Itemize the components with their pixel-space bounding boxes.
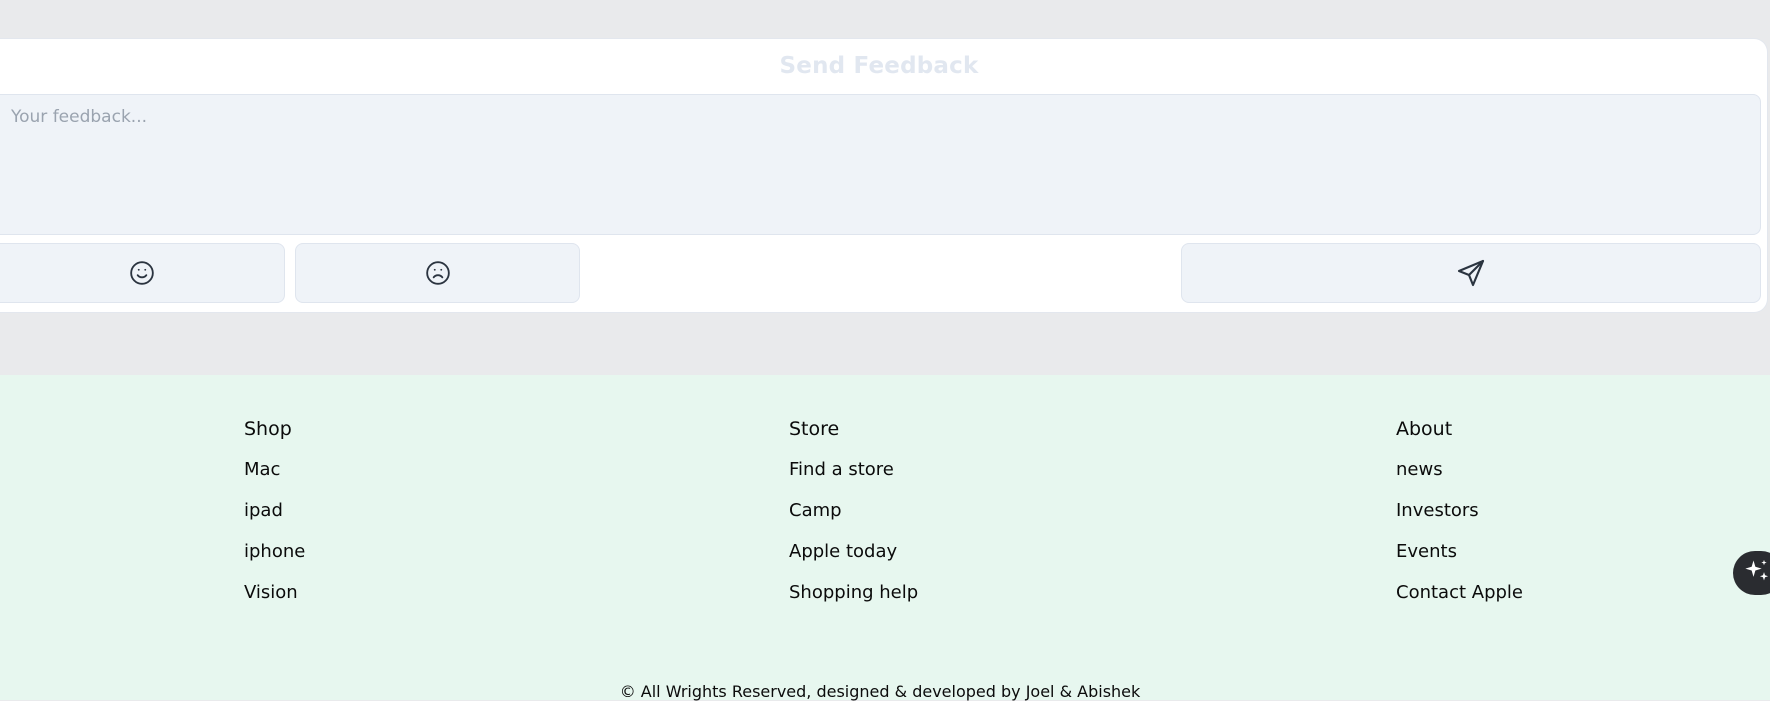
send-feedback-button[interactable] (1181, 243, 1761, 303)
footer-link-news[interactable]: news (1396, 458, 1523, 482)
footer-link-events[interactable]: Events (1396, 540, 1523, 564)
footer-link-vision[interactable]: Vision (244, 581, 305, 605)
footer-link-find-a-store[interactable]: Find a store (789, 458, 918, 482)
feedback-card: Send Feedback (0, 38, 1768, 313)
footer-link-ipad[interactable]: ipad (244, 499, 305, 523)
frown-icon (425, 260, 451, 286)
feedback-title: Send Feedback (779, 53, 979, 79)
feedback-input[interactable] (0, 94, 1761, 235)
copyright-text: © All Wrights Reserved, designed & devel… (619, 682, 1141, 701)
footer-column-about: About news Investors Events Contact Appl… (1396, 417, 1523, 622)
site-footer: Shop Mac ipad iphone Vision Store Find a… (0, 375, 1770, 701)
footer-heading-store: Store (789, 418, 840, 440)
footer-link-apple-today[interactable]: Apple today (789, 540, 918, 564)
footer-column-shop: Shop Mac ipad iphone Vision (244, 417, 305, 622)
sad-feedback-button[interactable] (295, 243, 580, 303)
footer-link-investors[interactable]: Investors (1396, 499, 1523, 523)
footer-link-shopping-help[interactable]: Shopping help (789, 581, 918, 605)
footer-heading-shop: Shop (244, 418, 292, 440)
sparkles-icon (1743, 557, 1770, 589)
footer-link-iphone[interactable]: iphone (244, 540, 305, 564)
smile-icon (129, 260, 155, 286)
send-icon (1455, 257, 1487, 289)
assistant-button[interactable] (1733, 551, 1770, 595)
footer-heading-about: About (1396, 418, 1453, 440)
footer-link-camp[interactable]: Camp (789, 499, 918, 523)
happy-feedback-button[interactable] (0, 243, 285, 303)
footer-link-mac[interactable]: Mac (244, 458, 305, 482)
footer-link-contact-apple[interactable]: Contact Apple (1396, 581, 1523, 605)
footer-column-store: Store Find a store Camp Apple today Shop… (789, 417, 918, 622)
